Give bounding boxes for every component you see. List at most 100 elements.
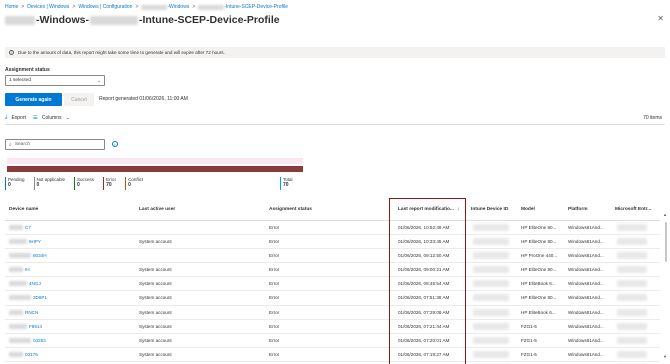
redacted-text <box>473 336 509 344</box>
dropdown-value: 1 selected <box>9 78 31 83</box>
column-header-device-name[interactable]: Device name <box>9 207 38 212</box>
device-name-link[interactable]: 03253 <box>33 338 46 343</box>
breadcrumb-devices-windows[interactable]: Devices | Windows <box>27 4 69 10</box>
assignment-status-dropdown[interactable]: 1 selected ⌄ <box>5 75 105 86</box>
cancel-button[interactable]: Cancel <box>64 93 94 106</box>
column-header-last-report-modified[interactable]: Last report modificatio... <box>398 207 454 212</box>
redacted-text <box>473 252 509 260</box>
device-name-link[interactable]: F8914 <box>29 324 42 329</box>
redacted-text <box>617 322 647 330</box>
legend-item-total: Total 70 <box>280 177 293 190</box>
more-options-icon[interactable]: ... <box>254 17 261 24</box>
device-name-link[interactable]: 6HPY <box>29 239 41 244</box>
columns-button[interactable]: Columns <box>42 115 62 121</box>
assignment-status-label: Assignment status <box>5 67 50 73</box>
device-name-link[interactable]: RNCN <box>25 310 38 315</box>
scroll-up-icon[interactable]: ▲ <box>663 212 667 217</box>
table-row[interactable]: 4NGJ System account Error 01/06/2026, 08:45… <box>5 277 660 292</box>
device-name-link[interactable]: 03176 <box>25 352 38 357</box>
legend-item-error[interactable]: Error 70 <box>103 177 116 191</box>
last-report-modified: 01/06/2026, 07:20:01 AM <box>398 337 450 343</box>
page-title: -Windows- -Intune-SCEP-Device-Profile <box>5 12 280 28</box>
column-header-intune-device-id[interactable]: Intune Device ID <box>471 207 508 212</box>
redacted-text <box>473 350 509 358</box>
device-status-table: Device name Last active user Assignment … <box>5 201 660 364</box>
device-name-link[interactable]: IH <box>25 267 30 272</box>
breadcrumb-separator: > <box>72 4 76 10</box>
platform: Windows81And... <box>568 267 604 273</box>
table-row[interactable]: C7 Error 01/06/2026, 10:52:49 AM HP EliteOn… <box>5 221 660 236</box>
redacted-text <box>617 266 647 274</box>
close-icon[interactable]: ✕ <box>657 14 664 23</box>
redacted-text <box>9 253 31 259</box>
model: HP EliteBook 6... <box>521 281 556 287</box>
legend-item-success[interactable]: Success 0 <box>74 177 94 191</box>
generate-again-button[interactable]: Generate again <box>5 93 62 106</box>
legend-value: 0 <box>128 181 131 188</box>
table-row[interactable]: IH System account Error 01/06/2026, 09:00:2… <box>5 263 660 278</box>
status-summary-bar <box>7 166 303 172</box>
breadcrumb-separator: > <box>192 4 196 10</box>
column-header-assignment-status[interactable]: Assignment status <box>269 207 312 212</box>
table-header: Device name Last active user Assignment … <box>5 201 660 221</box>
breadcrumb-home[interactable]: Home <box>5 4 18 10</box>
table-row[interactable]: F8914 System account Error 01/06/2026, 07:2… <box>5 320 660 334</box>
table-row[interactable]: 03253 System account Error 01/06/2026, 07:2… <box>5 334 660 348</box>
breadcrumb-windows-configuration[interactable]: Windows | Configuration <box>78 4 132 10</box>
table-body: C7 Error 01/06/2026, 10:52:49 AM HP EliteOn… <box>5 221 660 364</box>
chevron-down-icon[interactable]: ⌄ <box>66 115 70 121</box>
divider <box>5 124 665 125</box>
table-row[interactable]: 03176 System account Error 01/06/2026, 07:1… <box>5 348 660 362</box>
vertical-scrollbar[interactable] <box>664 222 668 342</box>
sort-arrow-icon[interactable]: ↓ <box>457 207 459 212</box>
info-icon[interactable]: i <box>112 141 118 147</box>
redacted-text <box>473 294 509 302</box>
assignment-status: Error <box>269 281 280 287</box>
scrollbar-thumb[interactable] <box>665 222 667 262</box>
legend-item-not-applicable[interactable]: Not applicable 0 <box>33 177 65 191</box>
device-name-link[interactable]: C7 <box>25 225 31 230</box>
model: FZG1-5 <box>521 337 537 343</box>
assignment-status: Error <box>269 253 280 259</box>
model: HP EliteBook 6... <box>521 309 556 315</box>
device-name-link[interactable]: 4NGJ <box>29 281 41 286</box>
legend-item-pending[interactable]: Pending 0 <box>5 177 25 191</box>
redacted-text <box>9 351 23 357</box>
redacted-text <box>617 280 647 288</box>
search-input[interactable]: ⌕ Search <box>5 139 105 150</box>
platform: Windows81And... <box>568 337 604 343</box>
redacted-text <box>89 15 138 25</box>
breadcrumb-profile[interactable]: -Intune-SCEP-Device-Profile <box>224 4 288 10</box>
model: HP EliteOne 80... <box>521 267 557 273</box>
table-row[interactable]: 3D6P1 System account Error 01/06/2026, 07:5… <box>5 291 660 306</box>
redacted-text <box>473 238 509 246</box>
redacted-text <box>473 308 509 316</box>
column-header-microsoft-entra[interactable]: Microsoft Entr... <box>615 207 651 212</box>
column-header-platform[interactable]: Platform <box>568 207 587 212</box>
table-row[interactable]: 6HPY System account Error 01/06/2026, 10:33… <box>5 235 660 250</box>
table-row[interactable]: 8034H Error 01/06/2026, 09:12:50 AM HP ProO… <box>5 249 660 264</box>
download-icon: ⤓ <box>5 114 8 120</box>
export-button[interactable]: Export <box>11 115 25 121</box>
status-legend: Pending 0 Not applicable 0 Success 0 Err… <box>5 177 152 191</box>
table-row[interactable]: RNCN System account Error 01/06/2026, 07:29… <box>5 306 660 320</box>
assignment-status: Error <box>269 351 280 357</box>
column-header-last-active-user[interactable]: Last active user <box>139 207 175 212</box>
model: HP EliteOne 80... <box>521 225 557 230</box>
legend-value: 0 <box>8 181 11 188</box>
column-header-model[interactable]: Model <box>521 207 535 212</box>
redacted-text <box>141 4 168 10</box>
redacted-text <box>617 336 647 344</box>
breadcrumb-windows[interactable]: -Windows <box>167 4 189 10</box>
last-active-user: System account <box>139 295 172 301</box>
device-name-link[interactable]: 8034H <box>33 253 47 258</box>
last-active-user: System account <box>139 281 172 287</box>
model: FZG1-5 <box>521 323 537 329</box>
scroll-down-icon[interactable]: ▼ <box>663 354 667 359</box>
last-report-modified: 01/06/2026, 10:33:45 AM <box>398 239 450 245</box>
assignment-status: Error <box>269 267 280 273</box>
legend-item-conflict[interactable]: Conflict 0 <box>125 177 143 191</box>
device-name-link[interactable]: 3D6P1 <box>33 295 47 300</box>
redacted-text <box>473 266 509 274</box>
legend-value: 0 <box>36 181 40 188</box>
